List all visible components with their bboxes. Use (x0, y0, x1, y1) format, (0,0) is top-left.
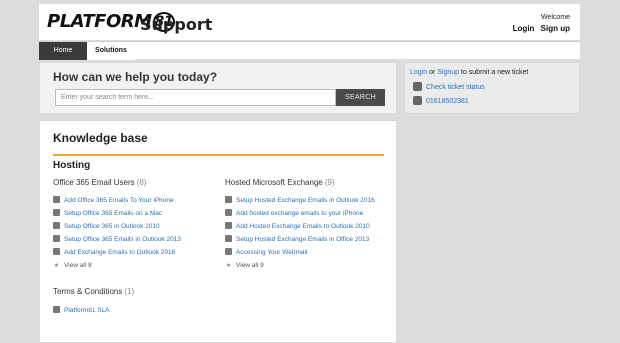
bullet-icon: ● (54, 262, 59, 269)
article-icon (53, 209, 60, 216)
ticket-signup-link[interactable]: Signup (437, 69, 459, 76)
ticket-prompt: Login or Signup to submit a new ticket (410, 69, 528, 76)
folder-title-hosted-exchange[interactable]: Hosted Microsoft Exchange (9) (225, 178, 335, 187)
article-link[interactable]: Setup Hosted Exchange Emails in Outlook … (225, 196, 375, 204)
view-all-label: View all 9 (236, 262, 264, 269)
article-link[interactable]: Setup Office 365 Emails on a Mac (53, 209, 162, 217)
phone-link[interactable]: 01618502381 (413, 96, 469, 105)
kb-category-title[interactable]: Hosting (53, 160, 90, 171)
article-link[interactable]: Platform81 SLA (53, 306, 110, 314)
kb-title: Knowledge base (53, 131, 148, 145)
article-link[interactable]: Setup Office 365 in Outlook 2010 (53, 222, 160, 230)
article-icon (225, 196, 232, 203)
login-link[interactable]: Login (513, 24, 535, 33)
search-heading: How can we help you today? (53, 70, 218, 84)
view-all-link[interactable]: ● View all 8 (53, 262, 92, 269)
article-link[interactable]: Add Office 365 Emails To Your iPhone (53, 196, 174, 204)
article-icon (53, 196, 60, 203)
folder-count: (1) (124, 287, 135, 296)
auth-links: Login Sign up (509, 24, 570, 33)
article-title: Setup Hosted Exchange Emails in Outlook … (236, 197, 375, 204)
folder-count: (9) (324, 178, 335, 187)
kb-divider (53, 154, 384, 156)
tab-home[interactable]: Home (39, 42, 87, 60)
article-title: Add Hosted Exchange Emails to Outlook 20… (236, 223, 370, 230)
signup-link[interactable]: Sign up (541, 24, 570, 33)
page-title: Support (140, 15, 213, 34)
search-button[interactable]: SEARCH (336, 89, 385, 106)
ticket-panel: Login or Signup to submit a new ticket C… (404, 62, 580, 114)
view-all-link[interactable]: ● View all 9 (225, 262, 264, 269)
ticket-prompt-rest: to submit a new ticket (459, 69, 529, 76)
article-title: Platform81 SLA (64, 307, 110, 314)
ticket-login-link[interactable]: Login (410, 69, 427, 76)
main-nav: Home Solutions (39, 41, 580, 60)
welcome-text: Welcome (540, 14, 570, 21)
site-header: PLATFORM 81 Support Welcome Login Sign up (39, 4, 580, 40)
ticket-icon (413, 82, 422, 91)
article-link[interactable]: Accessing Your Webmail (225, 248, 307, 256)
article-icon (53, 306, 60, 313)
search-input[interactable] (55, 89, 336, 106)
folder-name: Terms & Conditions (53, 287, 123, 296)
article-icon (53, 248, 60, 255)
folder-title-office365[interactable]: Office 365 Email Users (8) (53, 178, 146, 187)
folder-count: (8) (136, 178, 147, 187)
article-icon (225, 222, 232, 229)
view-all-label: View all 8 (64, 262, 92, 269)
folder-name: Hosted Microsoft Exchange (225, 178, 323, 187)
article-title: Accessing Your Webmail (236, 249, 308, 256)
tab-solutions[interactable]: Solutions (87, 42, 135, 60)
article-link[interactable]: Setup Hosted Exchange Emails in Office 2… (225, 235, 369, 243)
phone-number: 01618502381 (426, 98, 469, 105)
article-title: Setup Office 365 in Outlook 2010 (64, 223, 160, 230)
article-link[interactable]: Add Exchange Emails to Outlook 2016 (53, 248, 175, 256)
article-title: Add Office 365 Emails To Your iPhone (64, 197, 174, 204)
article-title: Setup Office 365 Emails in Outlook 2013 (64, 236, 181, 243)
article-icon (225, 248, 232, 255)
article-link[interactable]: Add hosted exchange emails to your iPhon… (225, 209, 363, 217)
ticket-or: or (427, 69, 438, 76)
check-ticket-status-label: Check ticket status (426, 84, 485, 91)
article-title: Add hosted exchange emails to your iPhon… (236, 210, 364, 217)
folder-title-terms[interactable]: Terms & Conditions (1) (53, 287, 134, 296)
article-icon (225, 209, 232, 216)
article-icon (225, 235, 232, 242)
check-ticket-status-link[interactable]: Check ticket status (413, 82, 485, 91)
phone-icon (413, 96, 422, 105)
article-title: Setup Office 365 Emails on a Mac (64, 210, 163, 217)
article-title: Setup Hosted Exchange Emails in Office 2… (236, 236, 370, 243)
folder-name: Office 365 Email Users (53, 178, 135, 187)
article-icon (53, 235, 60, 242)
article-icon (53, 222, 60, 229)
article-link[interactable]: Add Hosted Exchange Emails to Outlook 20… (225, 222, 370, 230)
knowledge-base: Knowledge base Hosting Office 365 Email … (39, 120, 397, 343)
bullet-icon: ● (226, 262, 231, 269)
article-link[interactable]: Setup Office 365 Emails in Outlook 2013 (53, 235, 181, 243)
logo-text: PLATFORM (47, 11, 152, 32)
search-panel: How can we help you today? SEARCH (39, 62, 397, 114)
article-title: Add Exchange Emails to Outlook 2016 (64, 249, 176, 256)
